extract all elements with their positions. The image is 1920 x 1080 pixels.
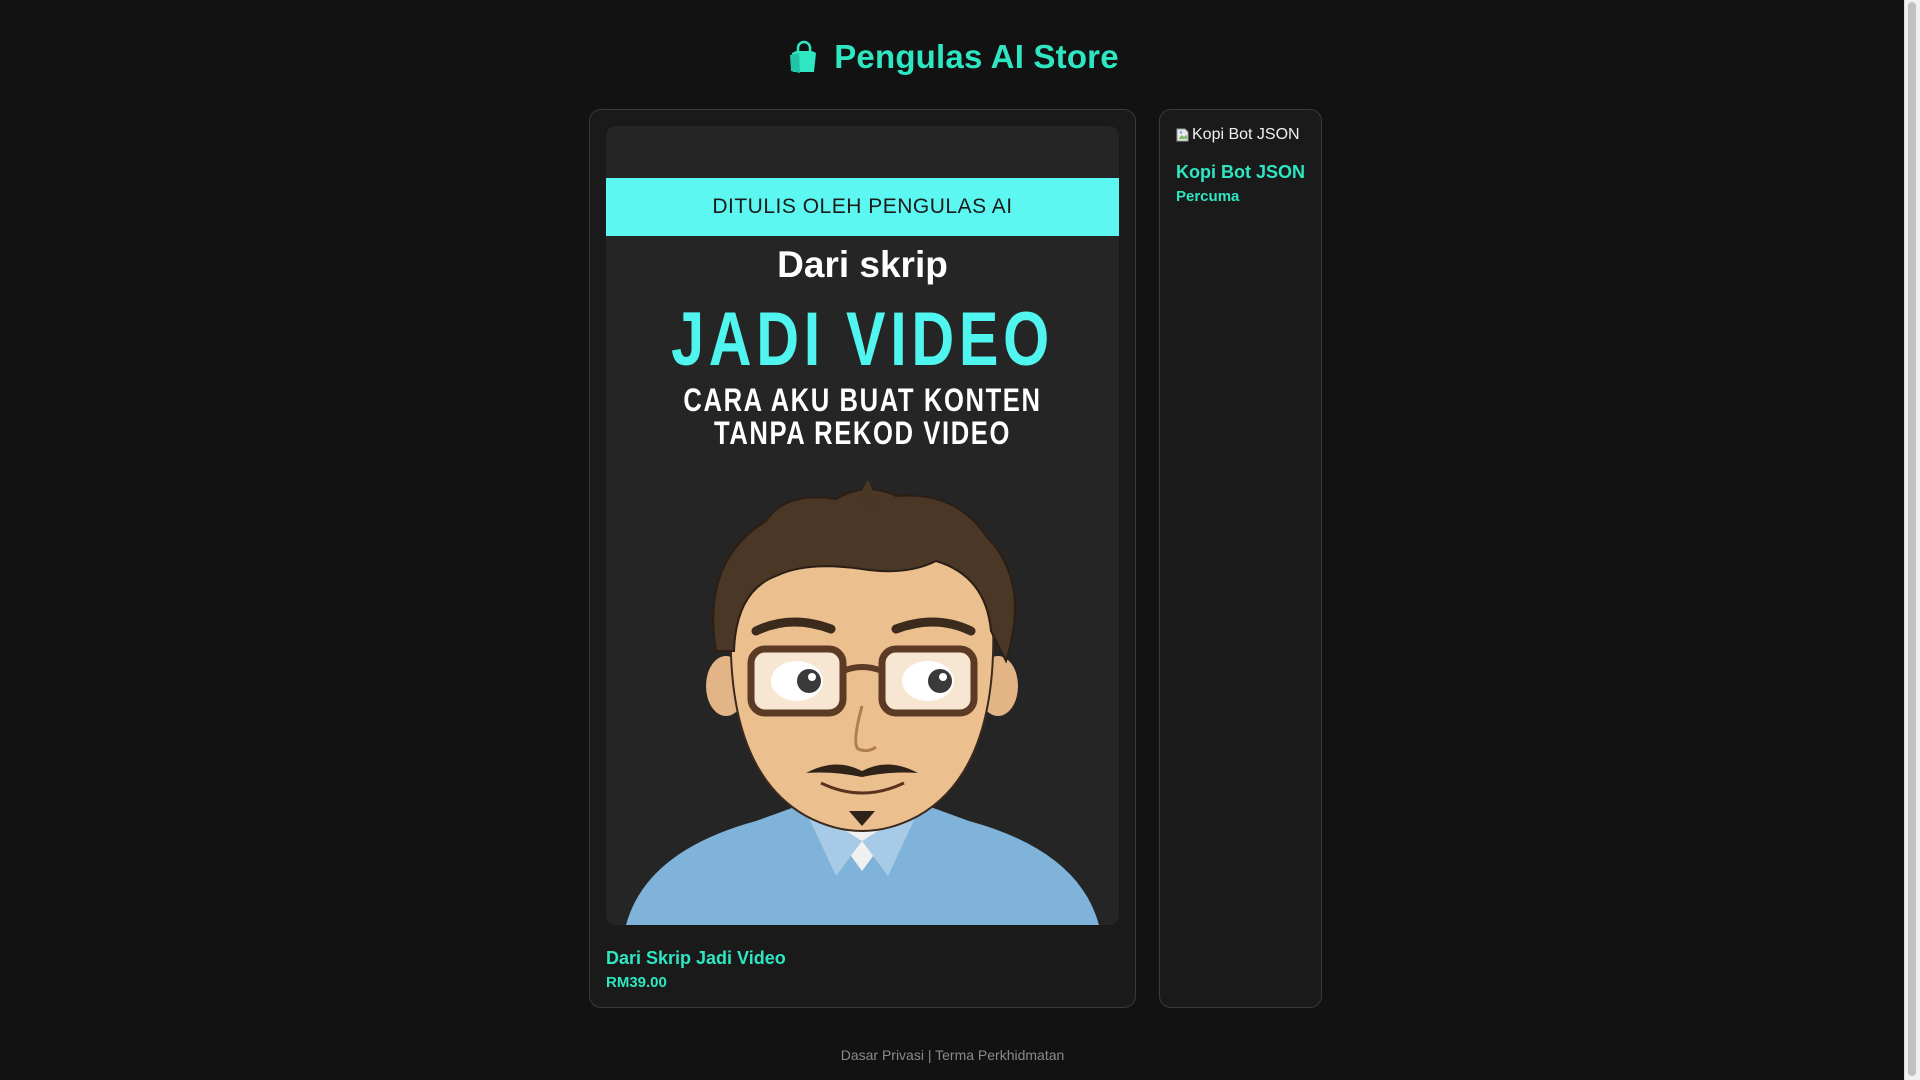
product-price: Percuma: [1176, 188, 1240, 205]
store-header: Pengulas AI Store: [0, 38, 1905, 76]
footer-separator: |: [927, 1047, 932, 1063]
product-image-broken[interactable]: Kopi Bot JSON: [1176, 126, 1300, 144]
store-page: Pengulas AI Store DITULIS OLEH PENGULAS …: [0, 0, 1905, 1080]
footer: Dasar Privasi | Terma Perkhidmatan: [0, 1047, 1905, 1063]
product-image-alt-text: Kopi Bot JSON: [1192, 126, 1300, 143]
product-cover-image[interactable]: DITULIS OLEH PENGULAS AI Dari skrip JADI…: [606, 126, 1119, 925]
broken-image-icon: [1176, 128, 1189, 142]
product-title[interactable]: Kopi Bot JSON: [1176, 162, 1305, 183]
shopping-bag-icon: [790, 40, 817, 73]
cover-banner: DITULIS OLEH PENGULAS AI: [606, 178, 1119, 236]
cover-headline: Dari skrip: [777, 244, 948, 285]
privacy-link[interactable]: Dasar Privasi: [841, 1047, 924, 1063]
product-price: RM39.00: [606, 974, 667, 991]
scrollbar-thumb[interactable]: [1908, 2, 1916, 1076]
cover-main-title: JADI VIDEO: [671, 297, 1054, 382]
page-scrollbar[interactable]: [1904, 0, 1920, 1080]
cover-subtitle: CARA AKU BUAT KONTEN TANPA REKOD VIDEO: [683, 382, 1042, 451]
product-card[interactable]: Kopi Bot JSON Kopi Bot JSON Percuma: [1159, 109, 1322, 1008]
terms-link[interactable]: Terma Perkhidmatan: [935, 1047, 1064, 1063]
product-card[interactable]: DITULIS OLEH PENGULAS AI Dari skrip JADI…: [589, 109, 1136, 1008]
store-title: Pengulas AI Store: [834, 38, 1119, 75]
product-title[interactable]: Dari Skrip Jadi Video: [606, 948, 786, 969]
cartoon-man-illustration: [626, 481, 1099, 925]
